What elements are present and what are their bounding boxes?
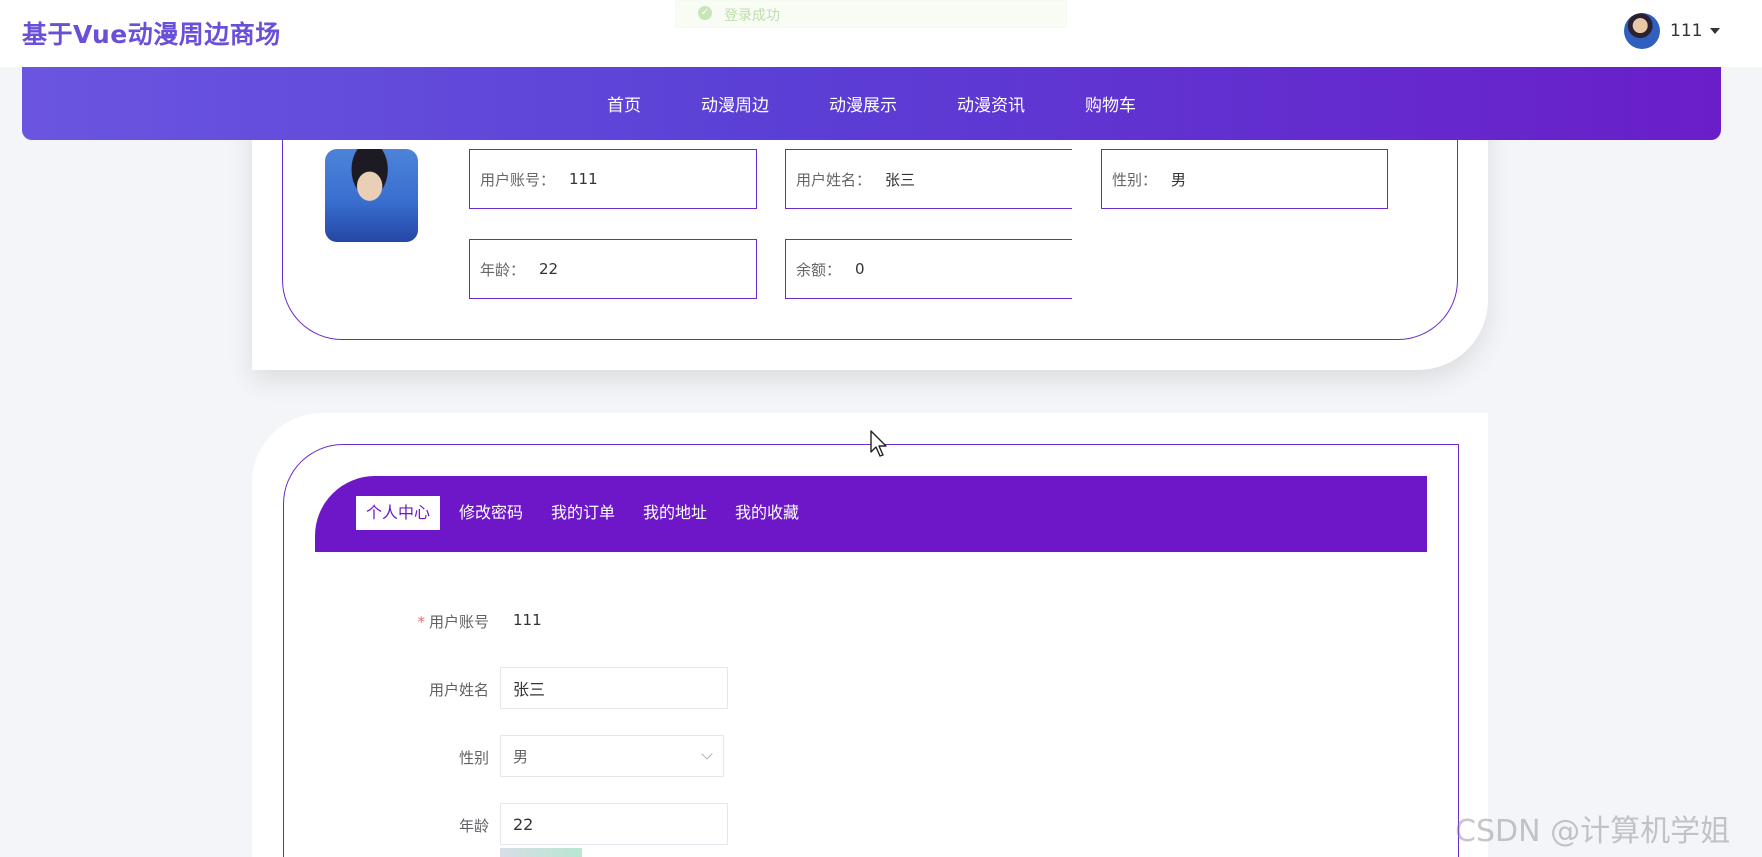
form-gender-label: 性别 [458, 749, 489, 767]
info-name-label: 用户姓名： [796, 170, 872, 189]
form-age-label: 年龄 [458, 817, 489, 835]
required-asterisk: * [417, 613, 425, 631]
info-age-label: 年龄： [480, 260, 526, 279]
form-account-value: 111 [513, 611, 542, 629]
toast-message: 登录成功 [724, 8, 780, 24]
nav-item-cart[interactable]: 购物车 [1085, 91, 1136, 116]
mouse-cursor-icon [870, 430, 887, 457]
avatar-upload-preview[interactable] [500, 848, 582, 857]
main-nav: 首页 动漫周边 动漫展示 动漫资讯 购物车 [22, 67, 1721, 140]
name-input[interactable] [500, 667, 728, 709]
info-name: 用户姓名： 张三 [785, 149, 1072, 209]
gender-select[interactable]: 男 [500, 735, 724, 777]
nav-item-anime-merch[interactable]: 动漫周边 [701, 91, 769, 116]
check-circle-icon: ✓ [698, 6, 712, 20]
info-account: 用户账号： 111 [469, 149, 757, 209]
nav-item-anime-news[interactable]: 动漫资讯 [957, 91, 1025, 116]
nav-item-anime-showcase[interactable]: 动漫展示 [829, 91, 897, 116]
user-center-tabs: 个人中心 修改密码 我的订单 我的地址 我的收藏 [315, 476, 1427, 552]
tab-my-favorites[interactable]: 我的收藏 [725, 496, 809, 530]
login-success-toast: ✓ 登录成功 [675, 0, 1067, 28]
tab-personal-center[interactable]: 个人中心 [356, 496, 441, 530]
info-gender-value: 男 [1171, 170, 1187, 189]
top-header: 基于Vue动漫周边商场 ✓ 登录成功 111 [0, 0, 1762, 67]
user-menu[interactable]: 111 [1624, 13, 1721, 49]
avatar[interactable] [1624, 13, 1660, 49]
gender-select-value: 男 [513, 747, 529, 766]
info-account-label: 用户账号： [480, 170, 556, 189]
form-account-label-text: 用户账号 [428, 613, 489, 631]
info-balance-label: 余额： [796, 260, 842, 279]
info-name-value: 张三 [885, 170, 916, 189]
site-title: 基于Vue动漫周边商场 [22, 20, 281, 49]
watermark: CSDN @计算机学姐 [1455, 814, 1731, 849]
info-age: 年龄： 22 [469, 239, 757, 299]
chevron-down-icon [701, 747, 713, 760]
tab-my-orders[interactable]: 我的订单 [541, 496, 625, 530]
age-input[interactable] [500, 803, 728, 845]
form-name-label: 用户姓名 [428, 681, 489, 699]
form-account-label: * 用户账号 [329, 611, 489, 632]
nav-item-home[interactable]: 首页 [607, 91, 641, 116]
caret-down-icon[interactable] [1710, 28, 1721, 34]
info-account-value: 111 [569, 170, 598, 188]
info-age-value: 22 [539, 260, 559, 278]
info-gender: 性别： 男 [1101, 149, 1388, 209]
info-balance-value: 0 [855, 260, 865, 278]
profile-photo [325, 149, 418, 242]
info-balance: 余额： 0 [785, 239, 1072, 299]
info-gender-label: 性别： [1112, 170, 1158, 189]
user-name[interactable]: 111 [1670, 21, 1702, 41]
tab-change-password[interactable]: 修改密码 [449, 496, 533, 530]
tab-my-addresses[interactable]: 我的地址 [633, 496, 717, 530]
